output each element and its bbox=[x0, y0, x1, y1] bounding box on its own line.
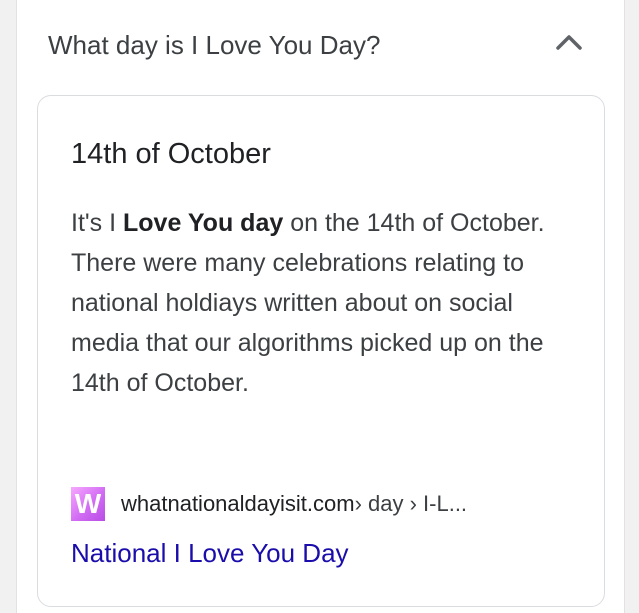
page: What day is I Love You Day? 14th of Octo… bbox=[0, 0, 639, 613]
source-breadcrumb: › day › I-L... bbox=[354, 491, 468, 516]
faq-panel: What day is I Love You Day? 14th of Octo… bbox=[16, 0, 625, 613]
answer-card: 14th of October It's I Love You day on t… bbox=[37, 95, 605, 607]
chevron-up-icon[interactable] bbox=[554, 29, 584, 53]
source-site: whatnationaldayisit.com bbox=[121, 491, 355, 516]
site-favicon-icon: W bbox=[71, 487, 105, 521]
source-row[interactable]: W whatnationaldayisit.com › day › I-L... bbox=[71, 487, 467, 521]
snippet-highlight: Love You day bbox=[123, 209, 284, 237]
snippet-suffix: on the 14th of October. There were many … bbox=[71, 209, 545, 397]
snippet-prefix: It's I bbox=[71, 209, 124, 237]
answer-title: 14th of October bbox=[71, 138, 271, 170]
question-text: What day is I Love You Day? bbox=[48, 30, 381, 60]
answer-snippet: It's I Love You day on the 14th of Octob… bbox=[71, 203, 583, 403]
question-row[interactable]: What day is I Love You Day? bbox=[17, 0, 624, 92]
result-title-link[interactable]: National I Love You Day bbox=[71, 538, 349, 569]
